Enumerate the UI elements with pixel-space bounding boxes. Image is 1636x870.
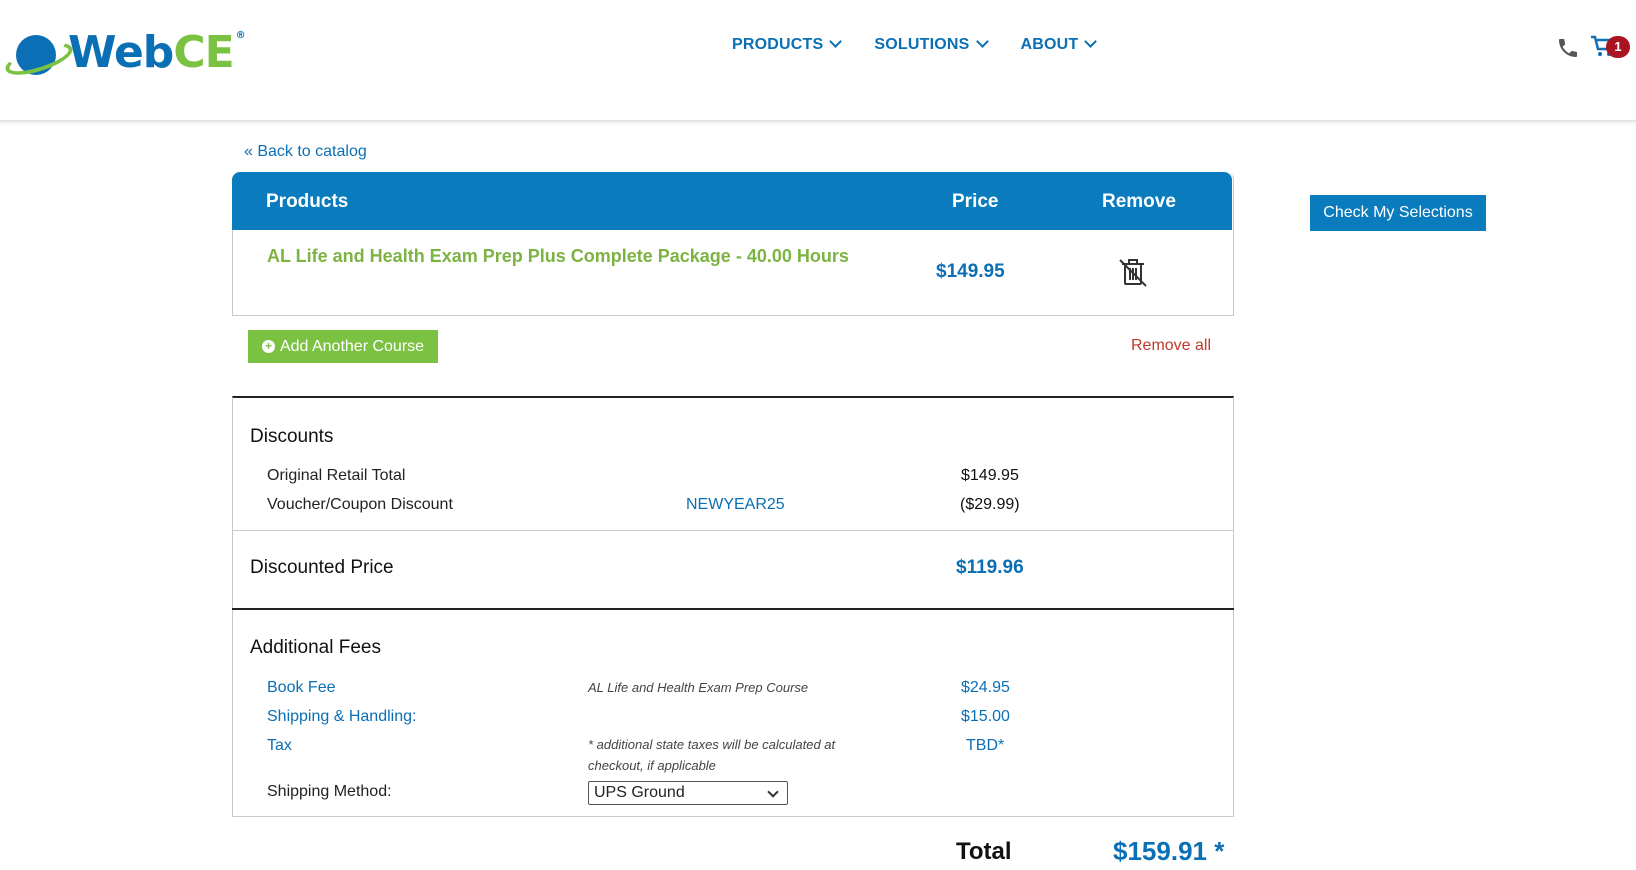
main-nav: PRODUCTS SOLUTIONS ABOUT: [732, 34, 1098, 54]
nav-products[interactable]: PRODUCTS: [732, 34, 843, 54]
coupon-code[interactable]: NEWYEAR25: [686, 496, 785, 514]
original-retail-value: $149.95: [961, 467, 1019, 484]
book-fee-link[interactable]: Book Fee: [267, 679, 335, 697]
chevron-down-icon: [975, 34, 989, 48]
back-to-catalog-link[interactable]: « Back to catalog: [244, 143, 367, 161]
globe-icon: [2, 31, 76, 82]
discounts-title: Discounts: [250, 426, 334, 447]
remove-all-link[interactable]: Remove all: [1131, 337, 1211, 355]
check-my-selections-button[interactable]: Check My Selections: [1310, 195, 1486, 231]
original-retail-label: Original Retail Total: [267, 467, 406, 484]
plus-circle-icon: +: [261, 340, 275, 353]
discounted-price-value: $119.96: [956, 557, 1024, 578]
tax-note-line1: * additional state taxes will be calcula…: [588, 737, 836, 752]
cart-item-name[interactable]: AL Life and Health Exam Prep Plus Comple…: [267, 246, 849, 267]
logo-text: WebCE ®: [68, 27, 246, 78]
coupon-discount-value: ($29.99): [960, 496, 1020, 513]
chevron-down-icon: [829, 34, 843, 48]
divider: [232, 530, 1234, 531]
add-another-course-button[interactable]: + Add Another Course: [248, 330, 438, 363]
tax-link[interactable]: Tax: [267, 737, 292, 755]
chevron-down-icon: [767, 786, 779, 798]
order-summary: [232, 396, 1234, 817]
nav-about[interactable]: ABOUT: [1021, 34, 1098, 54]
site-header: WebCE ® PRODUCTS SOLUTIONS ABOUT 1: [0, 0, 1636, 122]
book-fee-note: AL Life and Health Exam Prep Course: [588, 680, 809, 695]
discounted-price-label: Discounted Price: [250, 557, 394, 578]
cart-item-price: $149.95: [936, 261, 1005, 282]
cart-count-badge: 1: [1606, 36, 1630, 58]
shipping-method-label: Shipping Method:: [267, 783, 392, 800]
shipping-handling-value: $15.00: [961, 708, 1010, 725]
book-fee-value: $24.95: [961, 679, 1010, 696]
phone-icon[interactable]: [1556, 36, 1580, 60]
header-price: Price: [952, 191, 999, 212]
shipping-handling-link[interactable]: Shipping & Handling:: [267, 708, 416, 726]
cart-table-header: Products Price Remove: [232, 172, 1232, 230]
tax-value: TBD*: [966, 737, 1005, 754]
shipping-method-select[interactable]: UPS Ground: [588, 781, 788, 805]
trash-icon[interactable]: [1116, 256, 1150, 288]
header-remove: Remove: [1102, 191, 1176, 212]
total-value: $159.91 *: [1113, 836, 1225, 866]
divider: [232, 608, 1234, 610]
coupon-discount-label: Voucher/Coupon Discount: [267, 496, 453, 513]
tax-note-line2: checkout, if applicable: [588, 758, 716, 773]
header-products: Products: [266, 191, 349, 212]
webce-logo[interactable]: WebCE ®: [2, 27, 246, 82]
nav-solutions[interactable]: SOLUTIONS: [874, 34, 989, 54]
additional-fees-title: Additional Fees: [250, 637, 381, 658]
chevron-down-icon: [1084, 34, 1098, 48]
total-label: Total: [956, 838, 1012, 865]
